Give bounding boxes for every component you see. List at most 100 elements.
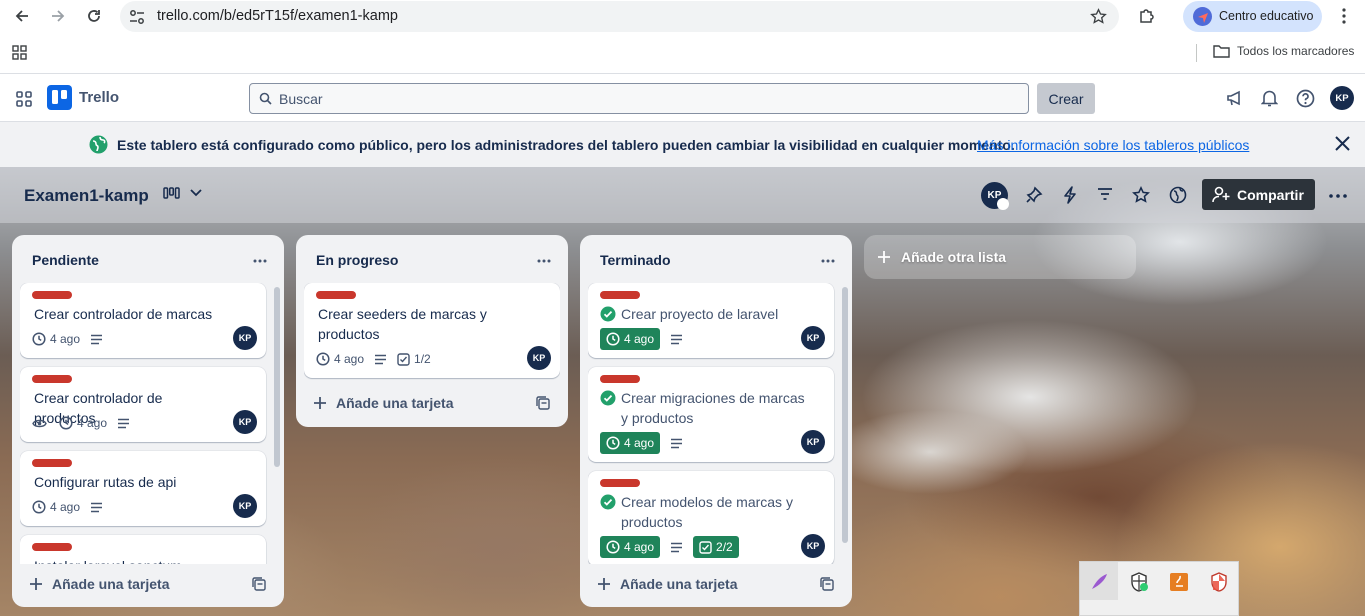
card-label[interactable] [316, 291, 356, 299]
list-title[interactable]: Pendiente [32, 252, 99, 268]
clock-icon [606, 436, 620, 450]
more-icon[interactable] [1329, 194, 1347, 198]
add-card-button[interactable]: Añade una tarjeta [20, 568, 276, 600]
user-avatar[interactable]: KP [1330, 86, 1354, 110]
card[interactable]: Configurar rutas de api 4 ago KP [20, 451, 266, 526]
card-label[interactable] [600, 291, 640, 299]
due-date-badge[interactable]: 4 ago [316, 352, 364, 366]
complete-check-icon[interactable] [600, 494, 616, 510]
omnibox[interactable]: trello.com/b/ed5rT15f/examen1-kamp [120, 1, 1119, 32]
plus-icon [30, 578, 42, 590]
antivirus-shield-icon[interactable] [1208, 571, 1230, 593]
add-card-button[interactable]: Añade una tarjeta [588, 568, 844, 600]
close-icon[interactable] [1334, 135, 1351, 152]
card-label[interactable] [600, 479, 640, 487]
all-bookmarks-button[interactable]: Todos los marcadores [1213, 44, 1354, 58]
list-scrollbar[interactable] [274, 287, 280, 467]
extensions-button[interactable] [1134, 4, 1160, 28]
feather-app-icon[interactable] [1088, 571, 1110, 593]
card-member-avatar[interactable]: KP [233, 410, 257, 434]
card[interactable]: Crear controlador de marcas 4 ago KP [20, 283, 266, 358]
card-label[interactable] [32, 375, 72, 383]
card[interactable]: Crear proyecto de laravel 4 ago KP [588, 283, 834, 358]
card[interactable]: Instalar laravel sanctum [20, 535, 266, 564]
card-title: Configurar rutas de api [34, 474, 177, 490]
due-date-text: 4 ago [334, 352, 365, 366]
visibility-globe-icon[interactable] [1169, 186, 1187, 204]
due-date-badge[interactable]: 4 ago [32, 500, 80, 514]
card[interactable]: Crear controlador de productos 4 ago KP [20, 367, 266, 442]
list-title[interactable]: Terminado [600, 252, 671, 268]
browser-menu-button[interactable] [1331, 4, 1357, 28]
banner-learn-more-link[interactable]: Más información sobre los tableros públi… [977, 137, 1249, 153]
list-header: Pendiente [12, 235, 284, 283]
bell-icon[interactable] [1261, 89, 1278, 107]
due-date-badge-complete[interactable]: 4 ago [600, 536, 661, 558]
due-date-badge[interactable]: 4 ago [59, 416, 107, 430]
card-label[interactable] [32, 291, 72, 299]
back-button[interactable] [9, 4, 35, 28]
all-bookmarks-label: Todos los marcadores [1237, 44, 1355, 58]
star-icon[interactable] [1132, 186, 1150, 204]
profile-avatar [1193, 7, 1212, 26]
add-list-button[interactable]: Añade otra lista [864, 235, 1136, 279]
site-settings-icon[interactable] [128, 8, 146, 26]
card-template-icon[interactable] [536, 396, 550, 410]
apps-grid-icon[interactable] [12, 45, 27, 60]
due-date-badge-complete[interactable]: 4 ago [600, 432, 661, 454]
power-ups-icon[interactable] [1025, 186, 1043, 204]
card-template-icon[interactable] [252, 577, 266, 591]
description-icon [118, 418, 130, 428]
complete-check-icon[interactable] [600, 306, 616, 322]
card[interactable]: Crear modelos de marcas y productos 4 ag… [588, 471, 834, 564]
help-icon[interactable] [1296, 89, 1315, 108]
megaphone-icon[interactable] [1226, 89, 1244, 107]
forward-button[interactable] [45, 4, 71, 28]
list-menu-icon[interactable] [821, 259, 835, 263]
bookmark-star-icon[interactable] [1090, 8, 1107, 25]
card-member-avatar[interactable]: KP [527, 346, 551, 370]
card[interactable]: Crear seeders de marcas y productos 4 ag… [304, 283, 560, 378]
due-date-text: 4 ago [624, 540, 655, 554]
complete-check-icon[interactable] [600, 390, 616, 406]
kebab-menu-icon [1342, 8, 1346, 24]
list-title[interactable]: En progreso [316, 252, 398, 268]
board-view-switcher[interactable] [163, 187, 212, 199]
trello-logo[interactable]: Trello [47, 85, 119, 110]
description-icon [91, 334, 103, 344]
filter-icon[interactable] [1097, 186, 1113, 202]
card[interactable]: Crear migraciones de marcas y productos … [588, 367, 834, 462]
card-member-avatar[interactable]: KP [801, 430, 825, 454]
description-icon [671, 438, 683, 448]
card-title: Crear controlador de marcas [34, 306, 213, 322]
app-switcher-icon[interactable] [16, 91, 32, 107]
due-date-text: 4 ago [77, 416, 108, 430]
automation-icon[interactable] [1063, 186, 1077, 204]
due-date-badge-complete[interactable]: 4 ago [600, 328, 661, 350]
security-shield-icon[interactable] [1128, 571, 1150, 593]
add-card-label: Añade una tarjeta [52, 576, 170, 592]
create-button[interactable]: Crear [1037, 83, 1095, 114]
java-update-icon[interactable] [1168, 571, 1190, 593]
card-label[interactable] [600, 375, 640, 383]
card-template-icon[interactable] [820, 577, 834, 591]
reload-button[interactable] [81, 4, 107, 28]
board-title[interactable]: Examen1-kamp [24, 186, 149, 206]
list-scrollbar[interactable] [842, 287, 848, 543]
card-member-avatar[interactable]: KP [233, 326, 257, 350]
add-user-icon [1212, 186, 1230, 203]
card-label[interactable] [32, 459, 72, 467]
list-menu-icon[interactable] [253, 259, 267, 263]
card-member-avatar[interactable]: KP [801, 534, 825, 558]
profile-button[interactable]: Centro educativo [1183, 1, 1322, 32]
url-text[interactable]: trello.com/b/ed5rT15f/examen1-kamp [157, 8, 398, 24]
list-menu-icon[interactable] [537, 259, 551, 263]
add-card-button[interactable]: Añade una tarjeta [304, 387, 560, 419]
card-member-avatar[interactable]: KP [801, 326, 825, 350]
card-member-avatar[interactable]: KP [233, 494, 257, 518]
search-input[interactable]: Buscar [249, 83, 1029, 114]
card-badges: 4 ago 2/2 [600, 536, 749, 558]
card-label[interactable] [32, 543, 72, 551]
share-button[interactable]: Compartir [1202, 179, 1315, 210]
due-date-badge[interactable]: 4 ago [32, 332, 80, 346]
